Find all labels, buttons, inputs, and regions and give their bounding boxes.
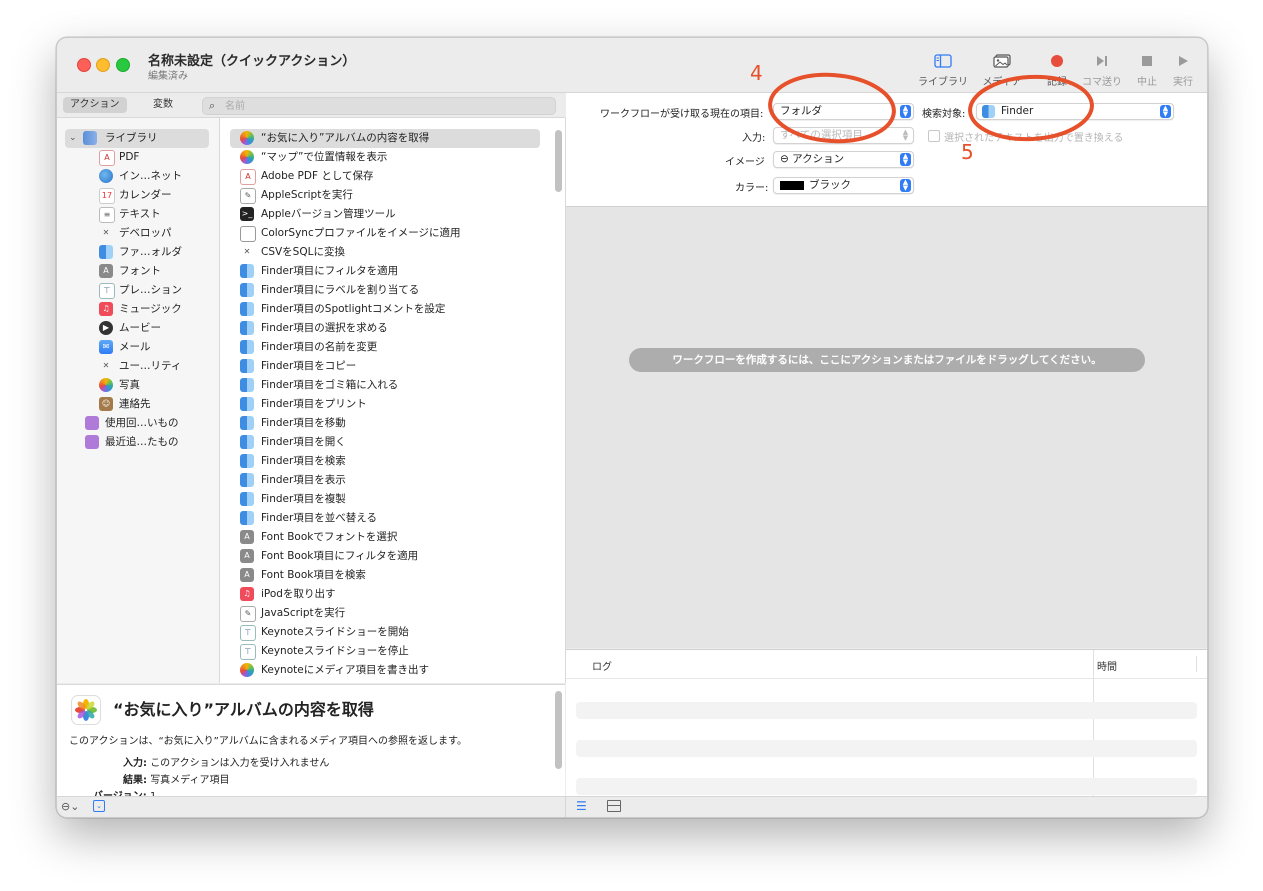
annotation-number-4: 4 bbox=[750, 61, 763, 85]
annotation-number-5: 5 bbox=[961, 140, 974, 164]
annotation-overlay bbox=[768, 72, 1094, 144]
annotation-circle-5 bbox=[968, 74, 1094, 142]
annotation-circle-4 bbox=[768, 72, 896, 144]
